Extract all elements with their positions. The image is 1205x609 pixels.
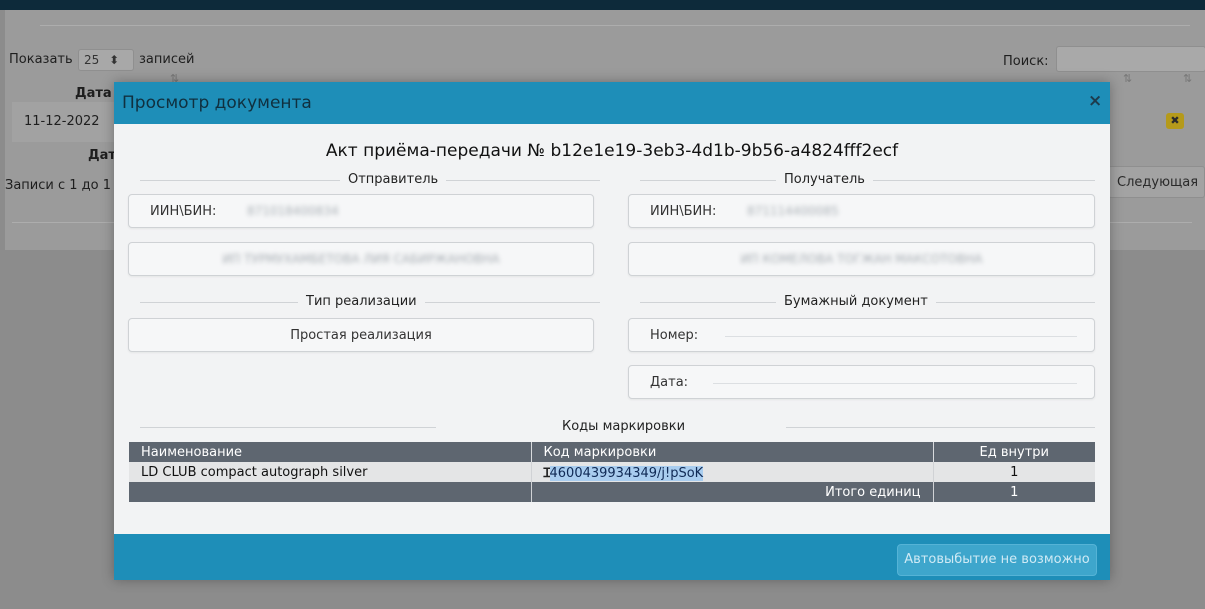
document-view-modal: Просмотр документа × Акт приёма-передачи…: [114, 82, 1110, 580]
divider: [713, 383, 1077, 384]
modal-footer: Автовыбытие не возможно: [114, 534, 1110, 580]
column-header-name: Наименование: [129, 442, 532, 462]
cell-name: LD CLUB compact autograph silver: [129, 462, 532, 482]
marking-codes-table: Наименование Код маркировки Ед внутри LD…: [129, 442, 1095, 502]
records-label: записей: [139, 52, 195, 67]
receiver-iin-label: ИИН\БИН:: [650, 204, 717, 219]
sender-name-field: ИП ТУРМУХАМБЕТОВА ЛИЯ САБИРЖАНОВНА: [128, 242, 594, 276]
act-title: Акт приёма-передачи № b12e1e19-3eb3-4d1b…: [325, 141, 899, 161]
codes-section-label: Коды маркировки: [554, 419, 694, 434]
sort-icon[interactable]: ⇅: [1183, 72, 1192, 85]
paper-section-label: Бумажный документ: [776, 294, 936, 309]
sort-icon[interactable]: ⇅: [1123, 72, 1132, 85]
search-label: Поиск:: [1003, 54, 1049, 69]
paper-number-label: Номер:: [650, 328, 699, 343]
sender-name: ИП ТУРМУХАМБЕТОВА ЛИЯ САБИРЖАНОВНА: [222, 252, 500, 266]
total-empty: [129, 482, 532, 502]
records-info: Записи с 1 до 1: [5, 178, 112, 193]
column-header-qty: Ед внутри: [933, 442, 1095, 462]
realization-type-field: Простая реализация: [128, 318, 594, 352]
code-selected-text[interactable]: 4600439934349/j!pSoK: [549, 466, 704, 481]
sender-section-label: Отправитель: [340, 172, 447, 187]
receiver-iin-field: ИИН\БИН: 871114400085: [628, 194, 1095, 228]
modal-title: Просмотр документа: [122, 93, 312, 113]
chevron-updown-icon: ⬍: [109, 53, 120, 67]
next-page-button[interactable]: Следующая: [1108, 166, 1205, 198]
divider: [140, 427, 436, 428]
divider: [725, 336, 1077, 337]
show-label: Показать: [9, 52, 73, 67]
column-footer-date: Дат: [88, 148, 116, 163]
divider: [786, 427, 1095, 428]
sender-iin-label: ИИН\БИН:: [150, 204, 217, 219]
total-label: Итого единиц: [531, 482, 934, 502]
receiver-name-field: ИП КОМЕЛОВА ТОГЖАН МАКСОТОВНА: [628, 242, 1095, 276]
table-header-row: Наименование Код маркировки Ед внутри: [129, 442, 1095, 462]
text-cursor-icon: Ɪ: [543, 466, 551, 481]
column-header-code: Код маркировки: [531, 442, 934, 462]
column-header-date[interactable]: Дата: [75, 86, 112, 101]
realization-type-value: Простая реализация: [290, 328, 432, 343]
modal-header: Просмотр документа ×: [114, 82, 1110, 124]
divider: [40, 25, 1190, 26]
search-input[interactable]: [1056, 46, 1205, 72]
receiver-iin-value: 871114400085: [747, 204, 839, 218]
close-icon[interactable]: ×: [1088, 91, 1102, 111]
paper-number-field: Номер:: [628, 318, 1095, 352]
cell-code[interactable]: Ɪ04600439934349/j!pSoK: [531, 462, 934, 482]
table-row: LD CLUB compact autograph silver Ɪ046004…: [129, 462, 1095, 482]
paper-date-label: Дата:: [650, 375, 689, 390]
receiver-name: ИП КОМЕЛОВА ТОГЖАН МАКСОТОВНА: [740, 252, 983, 266]
delete-icon[interactable]: ✖: [1166, 113, 1184, 129]
cell-qty: 1: [933, 462, 1095, 482]
sender-iin-field: ИИН\БИН: 871018400834: [128, 194, 594, 228]
row-date: 11-12-2022: [24, 114, 100, 129]
total-row: Итого единиц 1: [129, 482, 1095, 502]
receiver-section-label: Получатель: [776, 172, 873, 187]
sender-iin-value: 871018400834: [247, 204, 339, 218]
paper-date-field: Дата:: [628, 365, 1095, 399]
total-value: 1: [933, 482, 1095, 502]
top-navbar: [0, 0, 1205, 10]
page-size-select[interactable]: 25 ⬍: [78, 49, 134, 71]
auto-write-off-button[interactable]: Автовыбытие не возможно: [897, 544, 1097, 576]
realization-section-label: Тип реализации: [298, 294, 425, 309]
